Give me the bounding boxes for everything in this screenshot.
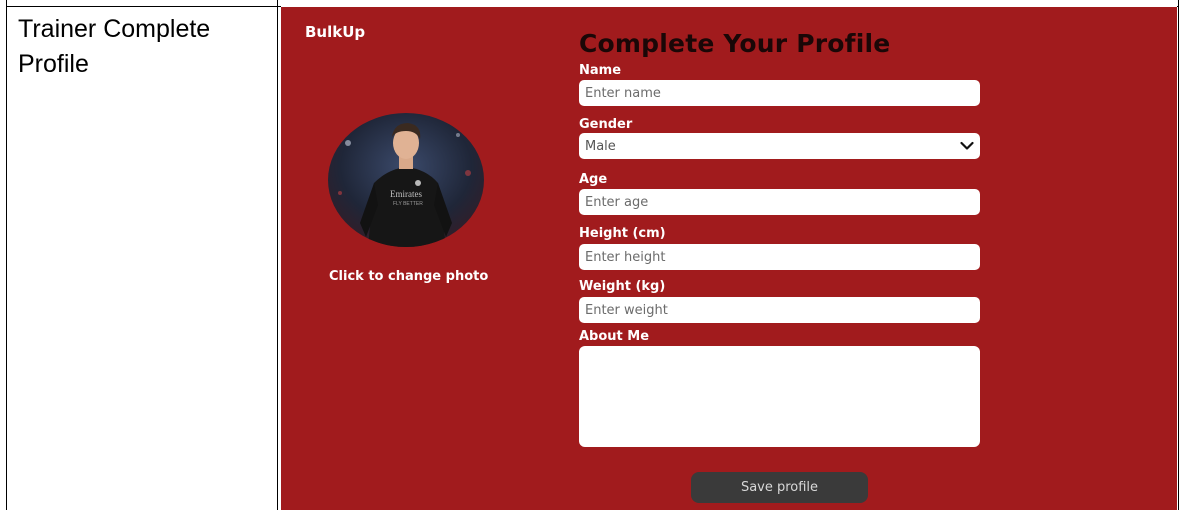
table-border-divider (277, 0, 278, 510)
table-border-left (6, 0, 7, 510)
age-label: Age (579, 172, 608, 187)
app-screenshot: BulkUp Emirates FLY BETTER Click to chan… (281, 7, 1177, 510)
row-label: Trainer Complete Profile (18, 15, 211, 78)
brand-logo[interactable]: BulkUp (305, 23, 365, 41)
name-input[interactable] (579, 80, 980, 106)
avatar[interactable]: Emirates FLY BETTER (328, 113, 484, 247)
gender-select[interactable]: Male (579, 133, 980, 159)
table-border-right (1178, 0, 1179, 510)
gender-select-value: Male (585, 138, 616, 154)
weight-label: Weight (kg) (579, 279, 666, 294)
image-top-strip (281, 0, 1177, 7)
chevron-down-icon (960, 141, 974, 150)
age-input[interactable] (579, 189, 980, 215)
gender-label: Gender (579, 117, 633, 132)
avatar-photo: Emirates FLY BETTER (328, 113, 484, 247)
height-input[interactable] (579, 244, 980, 270)
page-title: Complete Your Profile (579, 29, 891, 58)
change-photo-link[interactable]: Click to change photo (329, 269, 488, 284)
svg-text:FLY BETTER: FLY BETTER (393, 201, 423, 207)
save-profile-button[interactable]: Save profile (691, 472, 868, 503)
name-label: Name (579, 63, 622, 78)
about-textarea[interactable] (579, 346, 980, 447)
svg-text:Emirates: Emirates (390, 189, 422, 199)
weight-input[interactable] (579, 297, 980, 323)
about-label: About Me (579, 329, 650, 344)
height-label: Height (cm) (579, 226, 666, 241)
